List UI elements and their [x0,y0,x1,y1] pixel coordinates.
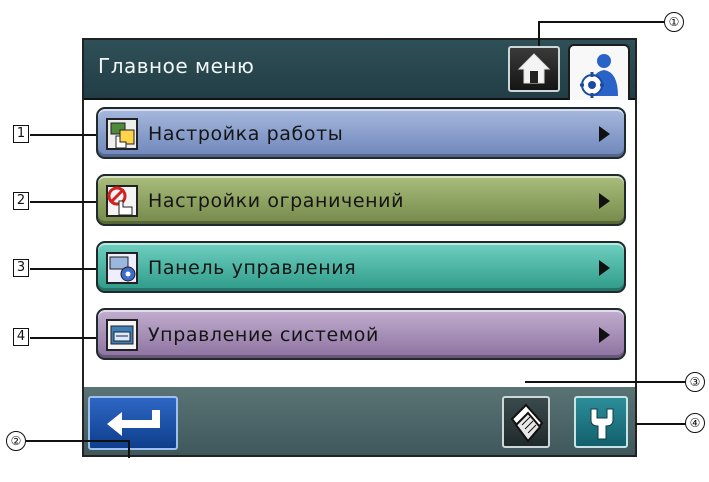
callout-box-1: 1 [13,125,29,143]
admin-settings-icon [580,54,618,98]
callout-line-3 [525,381,690,383]
arrow-right-icon [599,193,610,209]
control-panel-icon [106,252,138,284]
callout-box-4: 4 [13,328,29,346]
menu-item-control-panel[interactable]: Панель управления [96,241,626,293]
callout-line-4 [636,423,688,425]
arrow-right-icon [599,126,610,142]
footer-bar [84,387,635,455]
callout-circle-4: ④ [685,413,705,433]
job-setting-icon [106,118,138,150]
callout-line-1 [538,22,540,46]
wrench-icon [590,408,614,440]
callout-line-box-2 [30,201,96,203]
page-title: Главное меню [98,54,255,78]
administrator-tab[interactable] [568,44,630,100]
manual-button[interactable] [502,396,550,448]
callout-line-2-h [26,440,130,442]
menu-item-restriction-settings[interactable]: Настройки ограничений [96,174,626,226]
menu-item-label: Панель управления [148,257,357,279]
system-management-icon [106,319,138,351]
menu-item-system-management[interactable]: Управление системой [96,308,626,360]
menu-item-label: Настройки ограничений [148,190,405,212]
manual-icon [510,403,544,443]
callout-line-2 [128,440,130,458]
menu-item-job-setting[interactable]: Настройка работы [96,107,626,159]
arrow-right-icon [599,260,610,276]
arrow-right-icon [599,327,610,343]
restriction-icon [106,185,138,217]
menu-item-label: Настройка работы [148,123,344,145]
callout-line-box-4 [30,337,96,339]
callout-circle-2: ② [6,431,26,451]
callout-box-2: 2 [13,192,29,210]
home-button[interactable] [508,46,560,92]
maintenance-button[interactable] [574,396,628,448]
main-menu-screen: Главное меню Настройка работы Настройки … [82,38,637,457]
header-bar: Главное меню [84,40,635,100]
menu-item-label: Управление системой [148,324,379,346]
return-arrow-icon [107,410,160,436]
callout-line-box-1 [30,134,96,136]
callout-box-3: 3 [13,259,29,277]
home-icon [517,53,551,84]
callout-circle-3: ③ [685,372,705,392]
callout-line-box-3 [30,268,96,270]
callout-line-1-h [538,21,664,23]
callout-circle-1: ① [664,12,684,32]
